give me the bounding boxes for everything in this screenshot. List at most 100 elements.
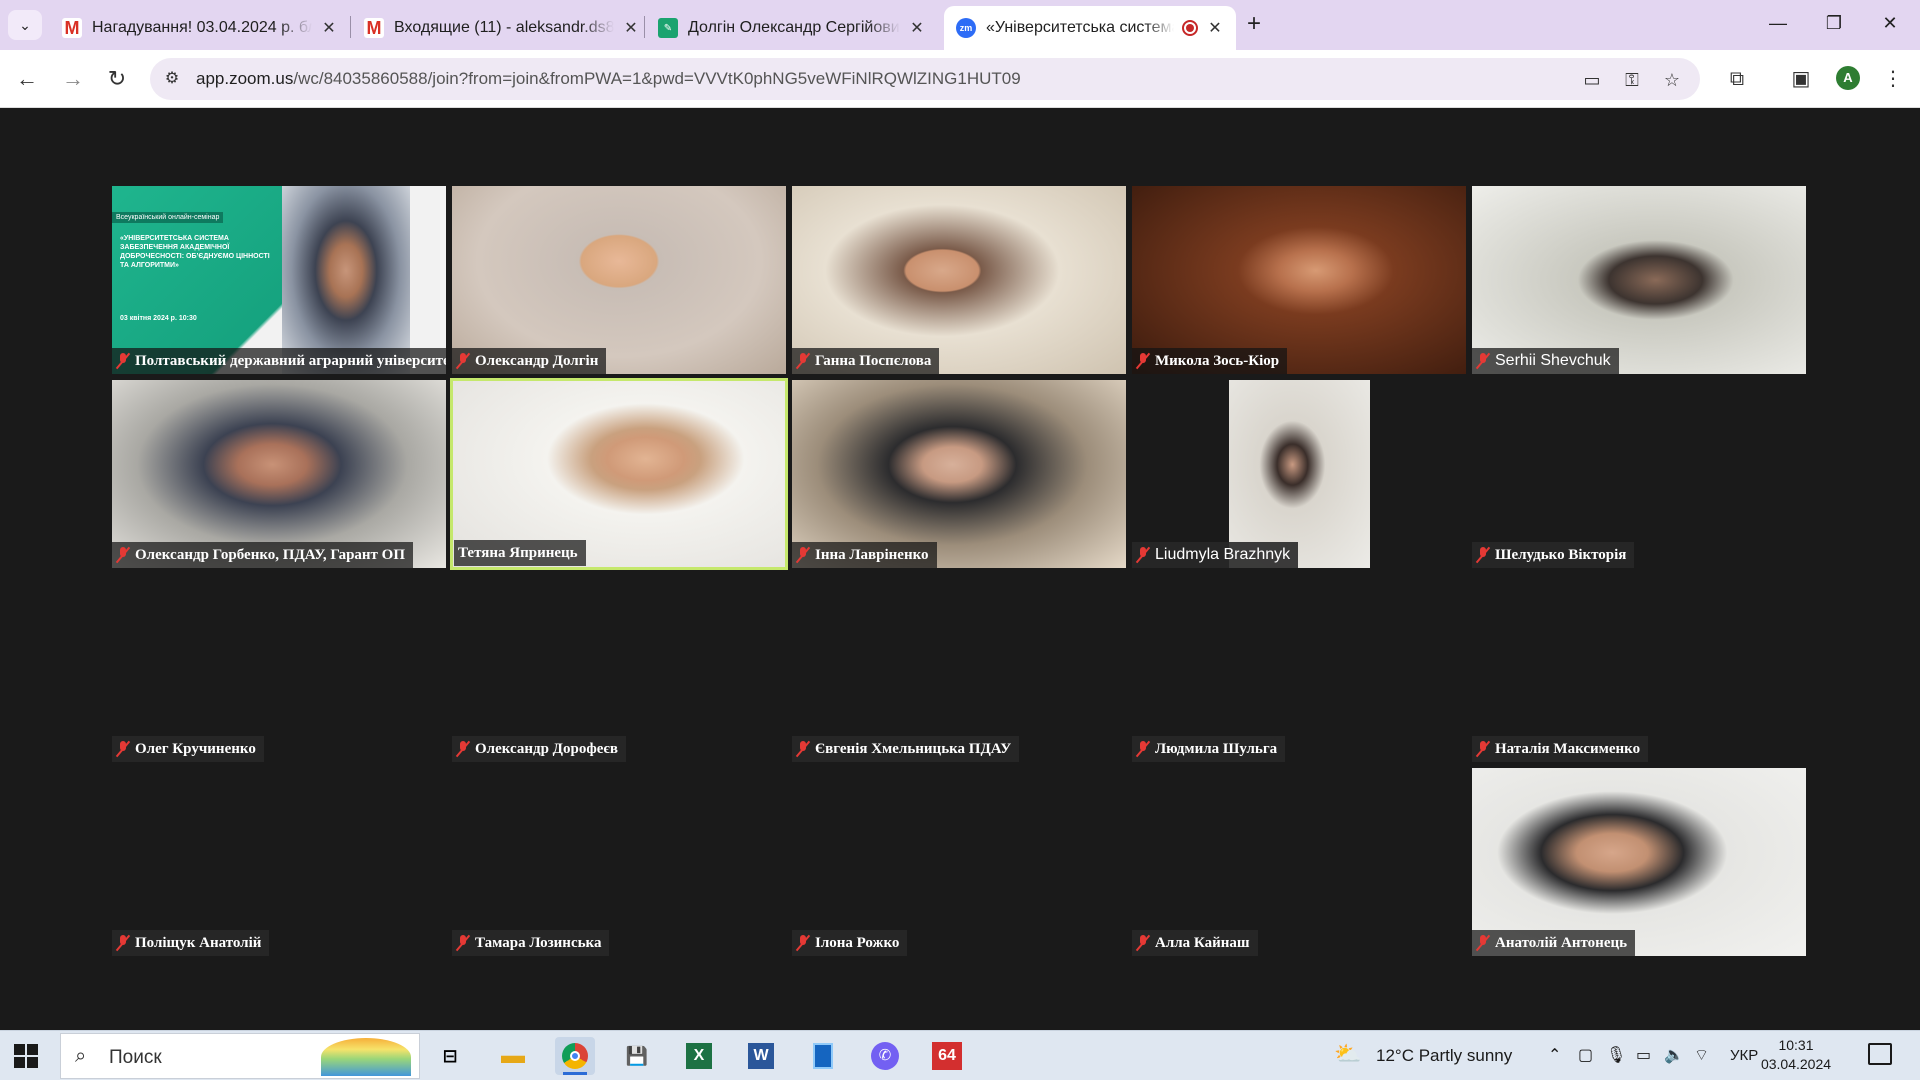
participant-tile[interactable]: Олег Кручиненко (112, 574, 446, 762)
muted-mic-icon (1476, 934, 1490, 952)
slide-date: 03 квітня 2024 р. 10:30 (120, 315, 197, 322)
extensions-icon[interactable]: ⧉ (1722, 64, 1752, 94)
muted-mic-icon (1136, 934, 1150, 952)
url-text[interactable]: app.zoom.us/wc/84035860588/join?from=joi… (196, 69, 1021, 89)
participant-tile[interactable]: Олександр Долгін (452, 186, 786, 374)
viber-icon[interactable]: ✆ (865, 1037, 905, 1075)
reload-icon[interactable]: ↻ (102, 64, 132, 94)
slide-badge: Всеукраїнський онлайн-семінар (112, 212, 224, 223)
participant-tile[interactable]: Інна Лавріненко (792, 380, 1126, 568)
save-disk-icon[interactable]: 💾 (617, 1037, 657, 1075)
participant-tile-active-speaker[interactable]: Тетяна Япринець (450, 378, 788, 570)
participant-tile[interactable]: Анатолій Антонець (1472, 768, 1806, 956)
site-settings-icon[interactable]: ⚙ (162, 69, 182, 89)
task-view-icon[interactable]: ⊟ (430, 1037, 470, 1075)
participant-tile[interactable]: Людмила Шульга (1132, 574, 1466, 762)
muted-mic-icon (1476, 352, 1490, 370)
muted-mic-icon (796, 546, 810, 564)
key-icon[interactable]: ⚿ (1620, 68, 1644, 92)
new-tab-button[interactable]: + (1238, 10, 1270, 40)
close-icon[interactable]: ✕ (1206, 18, 1224, 38)
close-icon[interactable]: ✕ (908, 18, 926, 38)
tab-search-button[interactable]: ⌄ (8, 10, 42, 40)
tab-zoom-meeting[interactable]: zm «Університетська система ✕ (944, 6, 1236, 50)
search-icon: ⌕ (75, 1045, 87, 1067)
close-icon[interactable]: ✕ (622, 18, 640, 38)
excel-icon[interactable]: X (679, 1037, 719, 1075)
participant-tile[interactable]: Олександр Горбенко, ПДАУ, Гарант ОП (112, 380, 446, 568)
participant-tile[interactable]: Олександр Дорофеєв (452, 574, 786, 762)
participant-tile[interactable]: Serhii Shevchuk (1472, 186, 1806, 374)
zoom-icon: zm (956, 18, 976, 38)
participant-tile[interactable]: Ганна Поспєлова (792, 186, 1126, 374)
participant-tile[interactable]: Шелудько Вікторія (1472, 380, 1806, 568)
volume-icon[interactable]: 🔈 (1664, 1045, 1684, 1065)
close-window-icon[interactable]: ✕ (1862, 8, 1918, 38)
back-icon[interactable]: ← (12, 64, 42, 94)
muted-mic-icon (796, 352, 810, 370)
participant-tile[interactable]: Всеукраїнський онлайн-семінар «УНІВЕРСИТ… (112, 186, 446, 374)
aida64-icon[interactable]: 64 (927, 1037, 967, 1075)
participant-tile[interactable]: Алла Кайнаш (1132, 768, 1466, 956)
muted-mic-icon (116, 352, 130, 370)
weather-text[interactable]: 12°C Partly sunny (1376, 1046, 1512, 1066)
tab-gmail-inbox[interactable]: M Входящие (11) - aleksandr.ds86@ ✕ (352, 6, 652, 50)
tab-profile[interactable]: ✎ Долгін Олександр Сергійович ✕ (646, 6, 938, 50)
minimize-icon[interactable]: — (1750, 8, 1806, 38)
file-explorer-icon[interactable]: ▬ (493, 1037, 533, 1075)
muted-mic-icon (116, 546, 130, 564)
calculator-icon[interactable] (803, 1037, 843, 1075)
gmail-icon: M (62, 18, 82, 38)
muted-mic-icon (1136, 740, 1150, 758)
notifications-icon[interactable] (1868, 1043, 1892, 1065)
windows-start-icon[interactable] (14, 1044, 38, 1068)
tab-gmail-reminder[interactable]: M Нагадування! 03.04.2024 р. бла ✕ (50, 6, 350, 50)
weather-icon[interactable]: ⛅ (1334, 1041, 1361, 1067)
profile-avatar[interactable]: A (1836, 66, 1860, 90)
muted-mic-icon (796, 740, 810, 758)
speaker-video (282, 186, 410, 374)
microphone-icon[interactable]: 🎙 (1606, 1045, 1626, 1065)
menu-icon[interactable]: ⋮ (1878, 64, 1908, 94)
muted-mic-icon (116, 740, 130, 758)
battery-icon[interactable]: ▭ (1636, 1045, 1651, 1065)
windows-taskbar: ⌕ Поиск ⊟ ▬ 💾 X W ✆ 64 ⛅ 12°C Partly sun… (0, 1030, 1920, 1080)
muted-mic-icon (456, 352, 470, 370)
muted-mic-icon (796, 934, 810, 952)
participant-tile[interactable]: Наталія Максименко (1472, 574, 1806, 762)
participant-tile[interactable]: Євгенія Хмельницька ПДАУ (792, 574, 1126, 762)
camera-icon[interactable]: ▭ (1580, 68, 1604, 92)
participant-tile[interactable]: Поліщук Анатолій (112, 768, 446, 956)
zoom-gallery: Всеукраїнський онлайн-семінар «УНІВЕРСИТ… (0, 109, 1920, 1030)
side-panel-icon[interactable]: ▣ (1786, 64, 1816, 94)
slide-title: «УНІВЕРСИТЕТСЬКА СИСТЕМА ЗАБЕЗПЕЧЕННЯ АК… (120, 235, 270, 269)
participant-tile[interactable]: Liudmyla Brazhnyk (1132, 380, 1466, 568)
participant-tile[interactable]: Тамара Лозинська (452, 768, 786, 956)
forward-icon[interactable]: → (58, 64, 88, 94)
star-icon[interactable]: ☆ (1660, 68, 1684, 92)
participant-tile[interactable]: Ілона Рожко (792, 768, 1126, 956)
muted-mic-icon (1476, 740, 1490, 758)
muted-mic-icon (456, 740, 470, 758)
participant-tile[interactable]: Микола Зось-Кіор (1132, 186, 1466, 374)
chevron-up-icon[interactable]: ⌃ (1548, 1045, 1561, 1065)
gmail-icon: M (364, 18, 384, 38)
chevron-down-icon: ⌄ (19, 16, 31, 33)
address-bar[interactable]: ⚙ app.zoom.us/wc/84035860588/join?from=j… (150, 58, 1700, 100)
search-highlight-art (321, 1038, 411, 1076)
wifi-icon[interactable]: ⌔ (1694, 1045, 1709, 1065)
muted-mic-icon (456, 934, 470, 952)
taskbar-clock[interactable]: 10:31 03.04.2024 (1756, 1036, 1836, 1074)
taskbar-search[interactable]: ⌕ Поиск (60, 1033, 420, 1079)
word-icon[interactable]: W (741, 1037, 781, 1075)
browser-toolbar: ← → ↻ ⚙ app.zoom.us/wc/84035860588/join?… (0, 50, 1920, 108)
language-indicator[interactable]: УКР (1730, 1047, 1758, 1064)
browser-tab-strip: ⌄ M Нагадування! 03.04.2024 р. бла ✕ M В… (0, 0, 1920, 50)
muted-mic-icon (1136, 546, 1150, 564)
meet-now-icon[interactable]: ▢ (1578, 1045, 1593, 1065)
pen-icon: ✎ (658, 18, 678, 38)
restore-icon[interactable]: ❐ (1806, 8, 1862, 38)
chrome-icon[interactable] (555, 1037, 595, 1075)
close-icon[interactable]: ✕ (320, 18, 338, 38)
muted-mic-icon (116, 934, 130, 952)
